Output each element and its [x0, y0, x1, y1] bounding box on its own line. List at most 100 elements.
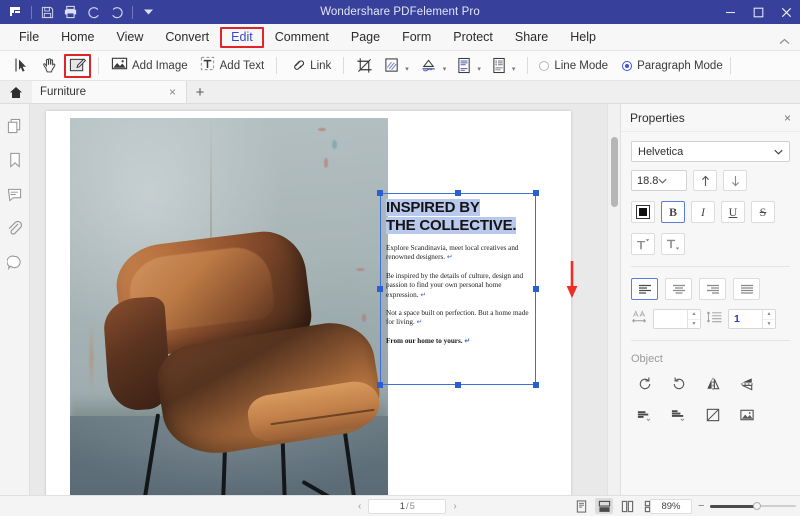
menu-file[interactable]: File	[8, 27, 50, 48]
stepper-down-icon[interactable]: ▼	[763, 320, 775, 329]
close-icon[interactable]	[772, 0, 800, 24]
leather-chair-photo[interactable]	[70, 118, 388, 495]
menu-comment[interactable]: Comment	[264, 27, 340, 48]
zoom-level-input[interactable]: 89%	[650, 499, 692, 514]
minimize-icon[interactable]	[716, 0, 744, 24]
strikethrough-button[interactable]: S	[751, 201, 775, 223]
resize-handle-top-right[interactable]	[533, 190, 539, 196]
comments-icon[interactable]	[4, 184, 26, 204]
menu-protect[interactable]: Protect	[442, 27, 504, 48]
line-mode-radio[interactable]: Line Mode	[539, 60, 608, 72]
flip-horizontal-icon[interactable]	[699, 372, 726, 396]
link-button[interactable]: Link	[284, 54, 336, 78]
close-icon[interactable]: ×	[167, 87, 178, 97]
resize-handle-top-center[interactable]	[455, 190, 461, 196]
decrease-font-size-button[interactable]	[723, 170, 747, 191]
chevron-up-icon[interactable]	[779, 32, 790, 50]
menu-page[interactable]: Page	[340, 27, 391, 48]
resize-handle-middle-left[interactable]	[377, 286, 383, 292]
paragraph-mode-radio[interactable]: Paragraph Mode	[622, 60, 723, 72]
continuous-scroll-view-icon[interactable]	[595, 498, 613, 514]
subscript-icon[interactable]	[661, 233, 685, 255]
replace-image-icon[interactable]	[733, 403, 760, 427]
character-spacing-input[interactable]: ▲▼	[653, 309, 701, 329]
chevron-down-icon[interactable]: ▾	[405, 65, 409, 73]
watermark-icon[interactable]: ▾	[379, 54, 414, 78]
logo-icon[interactable]	[5, 2, 26, 22]
save-icon[interactable]	[37, 2, 58, 22]
flip-vertical-icon[interactable]	[733, 372, 760, 396]
two-page-view-icon[interactable]	[618, 498, 636, 514]
menu-share[interactable]: Share	[504, 27, 559, 48]
stepper-arrows[interactable]: ▲▼	[687, 310, 700, 328]
thumbnails-icon[interactable]	[4, 116, 26, 136]
menu-form[interactable]: Form	[391, 27, 442, 48]
stepper-down-icon[interactable]: ▼	[688, 320, 700, 329]
bookmarks-icon[interactable]	[4, 150, 26, 170]
italic-button[interactable]: I	[691, 201, 715, 223]
hand-icon[interactable]	[36, 54, 63, 78]
next-page-button[interactable]: ›	[450, 501, 459, 512]
tab-furniture[interactable]: Furniture ×	[32, 81, 187, 103]
slider-knob[interactable]	[753, 502, 761, 510]
page-number-input[interactable]: 1 / 5	[368, 499, 446, 514]
document-viewer[interactable]: INSPIRED BY THE COLLECTIVE. Explore Scan…	[30, 104, 620, 495]
chevron-down-icon[interactable]: ▾	[443, 65, 447, 73]
menu-edit[interactable]: Edit	[220, 27, 264, 48]
crop-icon[interactable]	[351, 54, 378, 78]
resize-handle-middle-right[interactable]	[533, 286, 539, 292]
close-icon[interactable]: ×	[784, 113, 791, 123]
rotate-counterclockwise-icon[interactable]	[631, 372, 658, 396]
align-center-icon[interactable]	[665, 278, 692, 300]
header-footer-icon[interactable]: ▾	[452, 54, 486, 78]
align-justify-icon[interactable]	[733, 278, 760, 300]
home-icon[interactable]	[0, 81, 32, 103]
crop-object-icon[interactable]	[699, 403, 726, 427]
resize-handle-bottom-center[interactable]	[455, 382, 461, 388]
menu-home[interactable]: Home	[50, 27, 105, 48]
rotate-clockwise-icon[interactable]	[665, 372, 692, 396]
chevron-down-icon[interactable]: ▾	[477, 65, 481, 73]
previous-page-button[interactable]: ‹	[355, 501, 364, 512]
bold-button[interactable]: B	[661, 201, 685, 223]
scrollbar-thumb[interactable]	[611, 137, 618, 207]
font-size-select[interactable]: 18.8	[631, 170, 687, 191]
stepper-up-icon[interactable]: ▲	[763, 310, 775, 320]
menu-view[interactable]: View	[106, 27, 155, 48]
add-text-button[interactable]: Add Text	[194, 54, 270, 78]
increase-font-size-button[interactable]	[693, 170, 717, 191]
add-tab-button[interactable]: +	[187, 81, 213, 103]
superscript-icon[interactable]	[631, 233, 655, 255]
resize-handle-top-left[interactable]	[377, 190, 383, 196]
pdf-page[interactable]: INSPIRED BY THE COLLECTIVE. Explore Scan…	[46, 111, 571, 495]
line-spacing-input[interactable]: 1 ▲▼	[728, 309, 776, 329]
editable-text-block[interactable]: INSPIRED BY THE COLLECTIVE. Explore Scan…	[386, 199, 532, 346]
select-arrow-icon[interactable]	[8, 54, 35, 78]
edit-text-image-tool-button[interactable]	[64, 54, 91, 78]
attachments-icon[interactable]	[4, 218, 26, 238]
stepper-arrows[interactable]: ▲▼	[762, 310, 775, 328]
align-objects-icon[interactable]	[631, 403, 658, 427]
bates-numbering-icon[interactable]: ▾	[487, 54, 521, 78]
add-image-button[interactable]: Add Image	[106, 54, 193, 78]
vertical-scrollbar[interactable]	[607, 104, 620, 495]
zoom-out-button[interactable]: −	[698, 500, 704, 512]
text-color-button[interactable]	[631, 201, 655, 223]
menu-convert[interactable]: Convert	[154, 27, 220, 48]
background-icon[interactable]: ▾	[415, 54, 452, 78]
print-icon[interactable]	[60, 2, 81, 22]
maximize-icon[interactable]	[744, 0, 772, 24]
menu-help[interactable]: Help	[559, 27, 607, 48]
single-page-view-icon[interactable]	[572, 498, 590, 514]
align-left-icon[interactable]	[631, 278, 658, 300]
stepper-up-icon[interactable]: ▲	[688, 310, 700, 320]
resize-handle-bottom-left[interactable]	[377, 382, 383, 388]
redo-icon[interactable]	[106, 2, 127, 22]
font-family-select[interactable]: Helvetica	[631, 141, 790, 162]
distribute-objects-icon[interactable]	[665, 403, 692, 427]
zoom-slider[interactable]	[710, 500, 796, 512]
customize-dropdown-icon[interactable]	[138, 2, 159, 22]
underline-button[interactable]: U	[721, 201, 745, 223]
resize-handle-bottom-right[interactable]	[533, 382, 539, 388]
undo-icon[interactable]	[83, 2, 104, 22]
